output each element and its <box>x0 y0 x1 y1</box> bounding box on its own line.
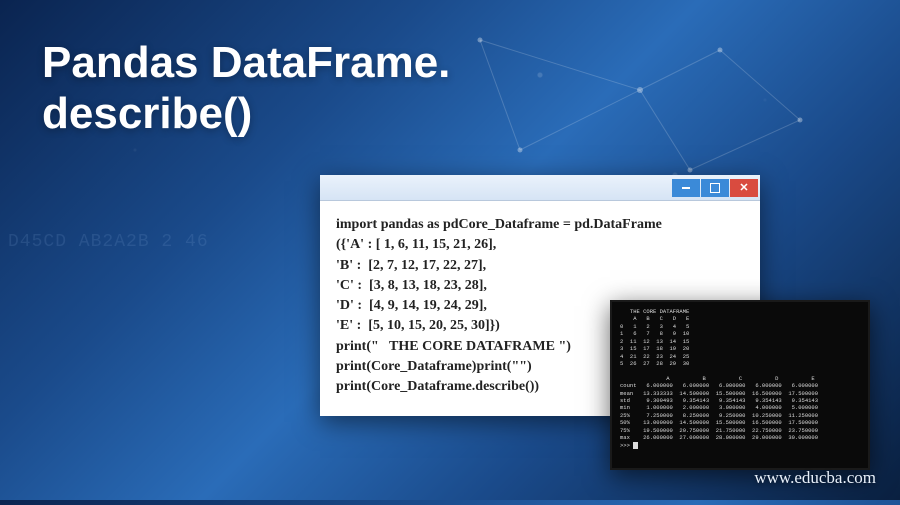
terminal-line: A B C D E <box>620 315 689 322</box>
code-line: print(Core_Dataframe)print("") <box>336 359 532 374</box>
maximize-button[interactable] <box>701 179 729 197</box>
terminal-line: max 26.000000 27.000000 28.000000 29.000… <box>620 434 818 441</box>
terminal-line: 2 11 12 13 14 15 <box>620 338 689 345</box>
background-hex-text: D45CD AB2A2B 2 46 <box>8 230 209 255</box>
terminal-line: 1 6 7 8 9 10 <box>620 330 689 337</box>
code-line: 'B' : [2, 7, 12, 17, 22, 27], <box>336 258 486 273</box>
terminal-line: A B C D E <box>620 375 815 382</box>
terminal-output-window: THE CORE DATAFRAME A B C D E 0 1 2 3 4 5… <box>610 300 870 470</box>
terminal-line: 75% 19.500000 20.750000 21.750000 22.750… <box>620 427 818 434</box>
terminal-line: std 9.309493 9.354143 9.354143 9.354143 … <box>620 397 818 404</box>
code-line: print(Core_Dataframe.describe()) <box>336 379 539 394</box>
minimize-button[interactable] <box>672 179 700 197</box>
terminal-line: 4 21 22 23 24 25 <box>620 353 689 360</box>
cursor-icon <box>633 442 638 449</box>
terminal-line: 25% 7.250000 8.250000 9.250000 10.250000… <box>620 412 818 419</box>
watermark-url: www.educba.com <box>754 468 876 488</box>
terminal-line: 5 26 27 28 29 30 <box>620 360 689 367</box>
code-line: 'C' : [3, 8, 13, 18, 23, 28], <box>336 278 487 293</box>
terminal-prompt: >>> <box>620 442 633 449</box>
code-line: 'E' : [5, 10, 15, 20, 25, 30]}) <box>336 318 500 333</box>
terminal-line: min 1.000000 2.000000 3.000000 4.000000 … <box>620 404 818 411</box>
terminal-line: 3 15 17 18 19 20 <box>620 345 689 352</box>
title-line-1: Pandas DataFrame. <box>42 38 450 89</box>
code-line: 'D' : [4, 9, 14, 19, 24, 29], <box>336 298 487 313</box>
code-line: print(" THE CORE DATAFRAME ") <box>336 339 571 354</box>
terminal-line: 0 1 2 3 4 5 <box>620 323 689 330</box>
code-line: ({'A' : [ 1, 6, 11, 15, 21, 26], <box>336 237 496 252</box>
terminal-line: mean 13.333333 14.500000 15.500000 16.50… <box>620 390 818 397</box>
close-button[interactable] <box>730 179 758 197</box>
page-title: Pandas DataFrame. describe() <box>42 38 450 139</box>
code-line: import pandas as pdCore_Dataframe = pd.D… <box>336 217 662 232</box>
terminal-line: count 6.000000 6.000000 6.000000 6.00000… <box>620 382 818 389</box>
title-line-2: describe() <box>42 89 450 140</box>
window-titlebar <box>320 175 760 201</box>
terminal-line: 50% 13.000000 14.500000 15.500000 16.500… <box>620 419 818 426</box>
terminal-line: THE CORE DATAFRAME <box>620 308 689 315</box>
